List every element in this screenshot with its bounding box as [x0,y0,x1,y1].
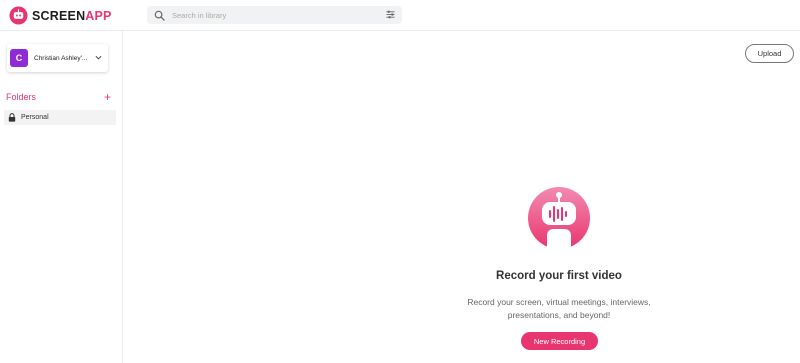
search-icon [154,10,165,21]
upload-button[interactable]: Upload [745,44,794,63]
chevron-down-icon [95,55,102,60]
top-bar: SCREENAPP [0,0,800,31]
app-logo[interactable]: SCREENAPP [9,6,112,25]
search-input[interactable] [172,10,372,20]
empty-state-description: Record your screen, virtual meetings, in… [400,296,718,322]
sidebar-item-personal[interactable]: Personal [4,110,116,125]
account-switcher[interactable]: C Christian Ashley'... [7,44,108,72]
sidebar: C Christian Ashley'... Folders + Persona… [0,31,123,363]
logo-text-part1: SCREEN [32,8,86,23]
logo-text-part2: APP [85,8,112,23]
account-name: Christian Ashley'... [34,54,88,62]
sliders-icon[interactable] [386,10,395,19]
new-recording-button[interactable]: New Recording [521,332,598,350]
empty-state-title: Record your first video [496,270,622,282]
add-folder-button[interactable]: + [104,91,111,103]
robot-recording-icon [528,187,590,249]
app-logo-text: SCREENAPP [32,9,112,23]
folders-title: Folders [6,92,37,102]
screenapp-logo-icon [9,6,28,25]
empty-state-description-line1: Record your screen, virtual meetings, in… [467,297,651,307]
empty-state-description-line2: presentations, and beyond! [507,310,611,320]
sidebar-item-label: Personal [21,114,49,121]
avatar: C [10,49,28,67]
search-bar [147,6,402,24]
folders-header: Folders + [6,91,111,103]
lock-icon [8,113,16,122]
